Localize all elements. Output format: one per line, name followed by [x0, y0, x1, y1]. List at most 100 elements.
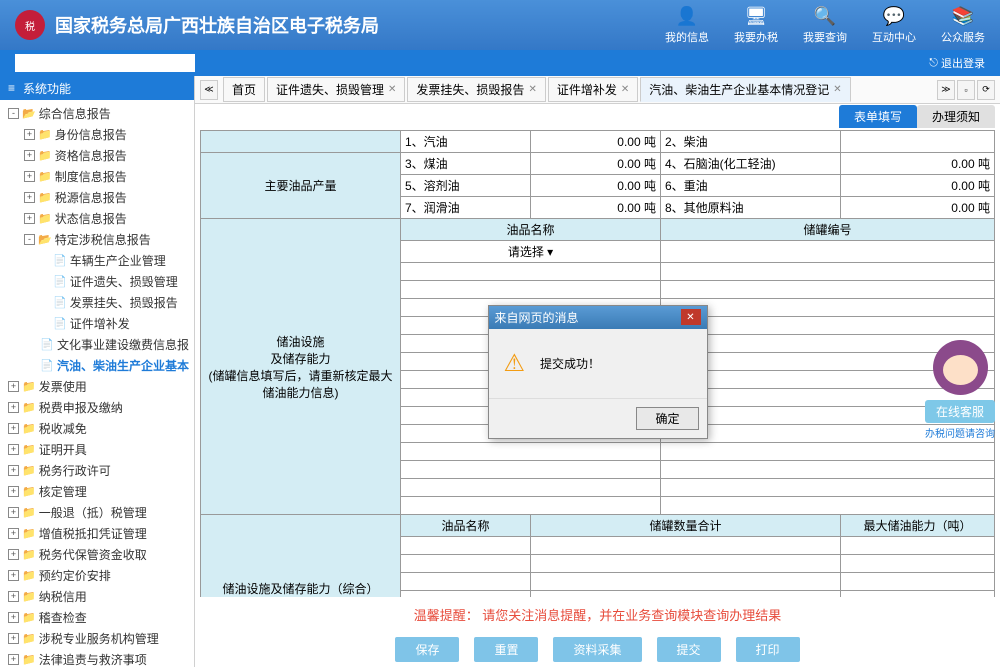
tab[interactable]: 汽油、柴油生产企业基本情况登记✕	[640, 77, 850, 102]
tree-item[interactable]: +📁状态信息报告	[0, 208, 194, 229]
folder-closed-icon: 📁	[22, 611, 36, 624]
tree-expand-icon[interactable]: +	[8, 549, 19, 560]
tree-expand-icon[interactable]: +	[24, 129, 35, 140]
tree-item[interactable]: 📄车辆生产企业管理	[0, 250, 194, 271]
nav-icon: 👤	[676, 6, 698, 27]
action-button[interactable]: 重置	[474, 637, 538, 662]
tree-expand-icon[interactable]: +	[8, 423, 19, 434]
tab-close-icon[interactable]: ✕	[388, 84, 396, 95]
tree-expand-icon[interactable]: -	[24, 234, 35, 245]
tree-item[interactable]: +📁涉税专业服务机构管理	[0, 628, 194, 649]
tree-expand-icon[interactable]: +	[8, 612, 19, 623]
tree-item[interactable]: 📄证件增补发	[0, 313, 194, 334]
tree-item[interactable]: +📁税务行政许可	[0, 460, 194, 481]
action-button[interactable]: 打印	[736, 637, 800, 662]
tree-expand-icon[interactable]: +	[8, 486, 19, 497]
tree-item[interactable]: 📄文化事业建设缴费信息报	[0, 334, 194, 355]
tree-item[interactable]: +📁稽查检查	[0, 607, 194, 628]
tree-expand-icon[interactable]: +	[8, 528, 19, 539]
tree-item[interactable]: +📁增值税抵扣凭证管理	[0, 523, 194, 544]
tree-item[interactable]: -📂特定涉税信息报告	[0, 229, 194, 250]
folder-closed-icon: 📁	[22, 464, 36, 477]
sub-tabs: 表单填写 办理须知	[195, 104, 1000, 128]
tree-expand-icon[interactable]: +	[8, 402, 19, 413]
tree-expand-icon[interactable]: +	[8, 591, 19, 602]
tab-menu[interactable]: ▫	[957, 80, 975, 100]
tree-expand-icon[interactable]: +	[8, 633, 19, 644]
nav-item[interactable]: 💬互动中心	[872, 6, 916, 45]
folder-open-icon: 📂	[38, 233, 52, 246]
tree-item[interactable]: +📁资格信息报告	[0, 145, 194, 166]
tabs-container: 首页证件遗失、损毁管理✕发票挂失、损毁报告✕证件增补发✕汽油、柴油生产企业基本情…	[223, 77, 851, 102]
tree-item[interactable]: +📁核定管理	[0, 481, 194, 502]
tree-expand-icon[interactable]: +	[8, 570, 19, 581]
tree-item[interactable]: 📄证件遗失、损毁管理	[0, 271, 194, 292]
tab-refresh[interactable]: ⟳	[977, 80, 995, 100]
action-button[interactable]: 保存	[395, 637, 459, 662]
tab-close-icon[interactable]: ✕	[528, 84, 536, 95]
tree-item[interactable]: +📁制度信息报告	[0, 166, 194, 187]
tree-item[interactable]: +📁税务代保管资金收取	[0, 544, 194, 565]
tree-expand-icon[interactable]: -	[8, 108, 19, 119]
folder-closed-icon: 📁	[22, 569, 36, 582]
folder-closed-icon: 📁	[22, 590, 36, 603]
subtab-form-fill[interactable]: 表单填写	[839, 105, 917, 128]
tree-expand-icon[interactable]: +	[24, 213, 35, 224]
tree-item[interactable]: +📁身份信息报告	[0, 124, 194, 145]
tab-close-icon[interactable]: ✕	[833, 84, 841, 95]
tree-item[interactable]: +📁法律追责与救济事项	[0, 649, 194, 667]
nav-icon: 🖥	[745, 6, 768, 27]
sidebar: ≡ 系统功能 -📂综合信息报告+📁身份信息报告+📁资格信息报告+📁制度信息报告+…	[0, 76, 195, 667]
folder-closed-icon: 📁	[38, 191, 52, 204]
tree-item[interactable]: 📄汽油、柴油生产企业基本	[0, 355, 194, 376]
tree-item[interactable]: 📄发票挂失、损毁报告	[0, 292, 194, 313]
tree-item[interactable]: +📁税源信息报告	[0, 187, 194, 208]
nav-item[interactable]: 👤我的信息	[665, 6, 709, 45]
tree-expand-icon[interactable]: +	[24, 150, 35, 161]
nav-item[interactable]: 🖥我要办税	[734, 6, 778, 45]
action-button[interactable]: 资料采集	[553, 637, 641, 662]
tree-item[interactable]: +📁一般退（抵）税管理	[0, 502, 194, 523]
logo-emblem: 税	[15, 10, 45, 40]
modal-ok-button[interactable]: 确定	[636, 407, 698, 430]
app-header: 税 国家税务总局广西壮族自治区电子税务局 👤我的信息 🖥我要办税 🔍我要查询 💬互动中…	[0, 0, 1000, 50]
subtab-notice[interactable]: 办理须知	[917, 105, 995, 128]
action-button[interactable]: 提交	[657, 637, 721, 662]
tree-expand-icon[interactable]: +	[8, 381, 19, 392]
tree-item[interactable]: +📁纳税信用	[0, 586, 194, 607]
folder-closed-icon: 📁	[22, 506, 36, 519]
folder-closed-icon: 📁	[22, 485, 36, 498]
tree-expand-icon[interactable]: +	[24, 192, 35, 203]
tree-item[interactable]: +📁发票使用	[0, 376, 194, 397]
tree-expand-icon[interactable]: +	[8, 507, 19, 518]
tab-close-icon[interactable]: ✕	[621, 84, 629, 95]
customer-service-widget[interactable]: 在线客服 办税问题请咨询	[925, 340, 995, 440]
tree-item[interactable]: +📁预约定价安排	[0, 565, 194, 586]
nav-item[interactable]: 🔍我要查询	[803, 6, 847, 45]
tab-scroll-left[interactable]: ≪	[200, 80, 218, 100]
folder-closed-icon: 📁	[22, 548, 36, 561]
file-icon: 📄	[53, 317, 67, 330]
sidebar-toggle-icon[interactable]: ≡	[8, 81, 15, 95]
tree-expand-icon[interactable]: +	[8, 654, 19, 665]
tree-item[interactable]: +📁税收减免	[0, 418, 194, 439]
header-nav: 👤我的信息 🖥我要办税 🔍我要查询 💬互动中心 📚公众服务	[665, 6, 985, 45]
tab[interactable]: 证件遗失、损毁管理✕	[267, 77, 405, 102]
search-input[interactable]	[15, 54, 195, 72]
tree-item[interactable]: +📁证明开具	[0, 439, 194, 460]
tree-item[interactable]: +📁税费申报及缴纳	[0, 397, 194, 418]
nav-item[interactable]: 📚公众服务	[941, 6, 985, 45]
tab[interactable]: 证件增补发✕	[548, 77, 638, 102]
tab[interactable]: 发票挂失、损毁报告✕	[407, 77, 545, 102]
tree-expand-icon[interactable]: +	[8, 444, 19, 455]
oil-type-select[interactable]: 请选择 ▾	[401, 241, 661, 263]
modal-titlebar: 来自网页的消息 ✕	[489, 306, 707, 329]
modal-close-button[interactable]: ✕	[681, 309, 701, 325]
tree-expand-icon[interactable]: +	[8, 465, 19, 476]
tree-item[interactable]: -📂综合信息报告	[0, 103, 194, 124]
tab[interactable]: 首页	[223, 77, 265, 102]
logout-button[interactable]: ⎋ 退出登录	[929, 55, 985, 71]
app-title: 国家税务总局广西壮族自治区电子税务局	[55, 12, 665, 38]
tree-expand-icon[interactable]: +	[24, 171, 35, 182]
tab-scroll-right[interactable]: ≫	[937, 80, 955, 100]
